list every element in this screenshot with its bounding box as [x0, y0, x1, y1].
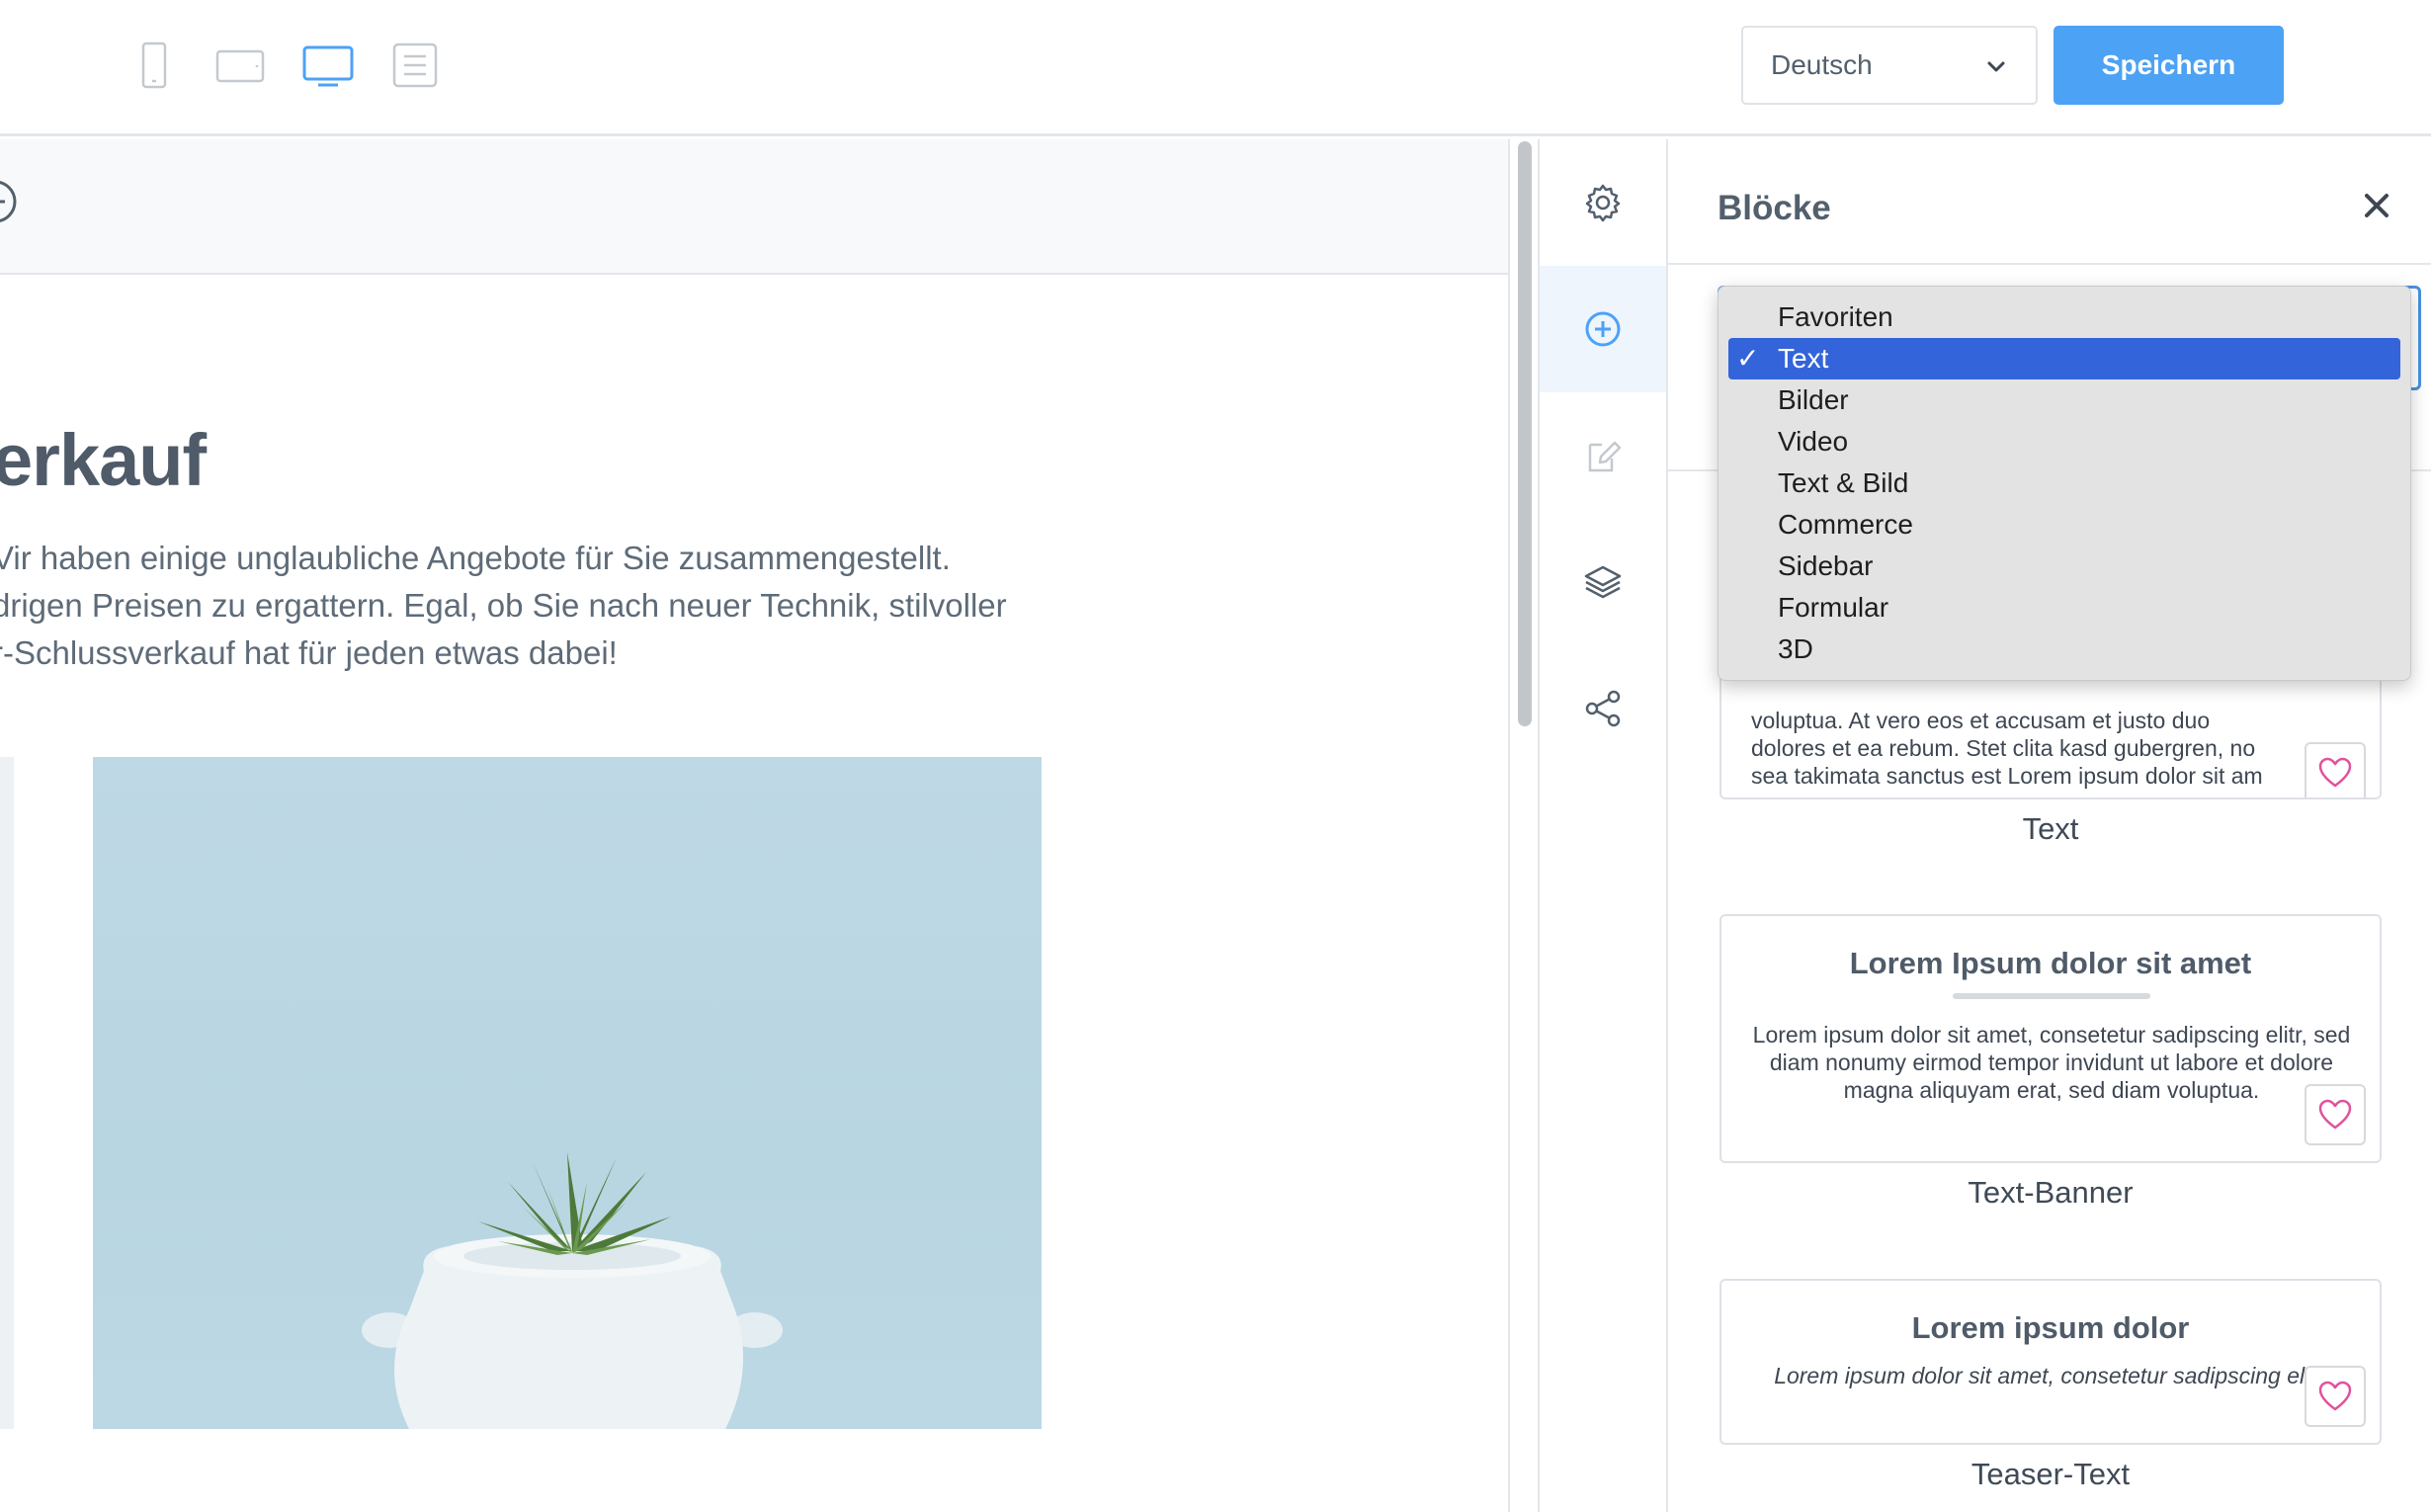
gear-icon	[1585, 184, 1621, 222]
succulent-pot-illustration	[362, 1152, 783, 1429]
desktop-view-button[interactable]	[300, 38, 356, 93]
category-option-commerce[interactable]: Commerce	[1728, 504, 2400, 546]
edit-icon	[1588, 441, 1622, 472]
blocks-panel-title: Blöcke	[1718, 189, 1831, 227]
language-select[interactable]: Deutsch	[1741, 26, 2038, 105]
share-icon	[1585, 690, 1621, 727]
category-option-bilder[interactable]: Bilder	[1728, 379, 2400, 421]
block-card-preview-title: Lorem Ipsum dolor sit amet	[1849, 946, 2252, 980]
chevron-down-icon	[1987, 61, 2005, 72]
desktop-icon	[302, 45, 354, 87]
tablet-icon	[215, 49, 265, 83]
hero-text-line: Vir haben einige unglaubliche Angebote f…	[0, 540, 951, 576]
favorite-button[interactable]	[2305, 1366, 2366, 1427]
heart-icon	[2318, 1381, 2352, 1411]
block-card-label: Text-Banner	[1968, 1175, 2134, 1210]
block-card-preview-text: Lorem ipsum dolor sit amet, consetetur s…	[1774, 1363, 2329, 1388]
hero-text: Vir haben einige unglaubliche Angebote f…	[0, 535, 1079, 677]
document-icon	[392, 42, 438, 88]
rail-add-block-button[interactable]	[1540, 266, 1666, 392]
category-option-sidebar[interactable]: Sidebar	[1728, 546, 2400, 587]
canvas-header-section[interactable]	[0, 139, 1508, 275]
check-icon: ✓	[1736, 343, 1760, 374]
favorite-button[interactable]	[2305, 742, 2366, 798]
category-option-video[interactable]: Video	[1728, 421, 2400, 462]
plus-circle-icon	[1585, 311, 1621, 347]
block-card-preview-divider	[1953, 993, 2150, 999]
layers-icon	[1584, 565, 1622, 599]
image-left-edge	[0, 757, 14, 1429]
heart-icon	[2318, 757, 2352, 788]
category-option-text-bild[interactable]: Text & Bild	[1728, 462, 2400, 504]
add-section-icon[interactable]	[0, 177, 20, 226]
save-button[interactable]: Speichern	[2054, 26, 2284, 105]
hero-text-line: r-Schlussverkauf hat für jeden etwas dab…	[0, 634, 618, 671]
favorite-button[interactable]	[2305, 1084, 2366, 1145]
document-view-button[interactable]	[387, 38, 443, 93]
block-card-preview-title: Lorem ipsum dolor	[1911, 1310, 2190, 1345]
tablet-view-button[interactable]	[212, 38, 268, 93]
language-select-value: Deutsch	[1771, 49, 1873, 80]
block-card-preview-text: Lorem ipsum dolor sit amet, consetetur s…	[1752, 1022, 2351, 1103]
mobile-icon	[141, 42, 167, 89]
heart-icon	[2318, 1099, 2352, 1130]
blocks-panel-header: Blöcke	[1668, 139, 2431, 265]
close-icon[interactable]	[2360, 189, 2393, 222]
block-card-label: Teaser-Text	[1970, 1457, 2131, 1491]
block-card-preview-text: voluptua. At vero eos et accusam et just…	[1751, 708, 2263, 789]
canvas-scrollbar-thumb[interactable]	[1518, 141, 1532, 726]
block-card-teaser-text[interactable]: Lorem ipsum dolor Lorem ipsum dolor sit …	[1719, 1279, 2382, 1445]
editor-canvas: erkauf Vir haben einige unglaubliche Ang…	[0, 139, 1510, 1512]
category-option-formular[interactable]: Formular	[1728, 587, 2400, 629]
hero-title: erkauf	[0, 419, 207, 501]
side-rail	[1540, 139, 1668, 1512]
mobile-view-button[interactable]	[126, 38, 182, 93]
plant-image[interactable]	[93, 757, 1042, 1429]
block-card-label: Text	[2022, 811, 2079, 846]
rail-layers-button[interactable]	[1540, 519, 1666, 645]
rail-share-button[interactable]	[1540, 645, 1666, 772]
rail-edit-button[interactable]	[1540, 392, 1666, 519]
canvas-scrollbar[interactable]	[1510, 139, 1540, 1512]
top-toolbar: Deutsch Speichern	[0, 0, 2431, 136]
category-dropdown-list: Favoriten ✓ Text Bilder Video Text & Bild…	[1718, 286, 2411, 681]
rail-settings-button[interactable]	[1540, 139, 1666, 266]
hero-text-line: drigen Preisen zu ergattern. Egal, ob Si…	[0, 587, 1007, 624]
block-card-text-banner[interactable]: Lorem Ipsum dolor sit amet Lorem ipsum d…	[1719, 914, 2382, 1163]
category-option-3d[interactable]: 3D	[1728, 629, 2400, 670]
category-option-favoriten[interactable]: Favoriten	[1728, 296, 2400, 338]
category-option-text[interactable]: ✓ Text	[1728, 338, 2400, 379]
